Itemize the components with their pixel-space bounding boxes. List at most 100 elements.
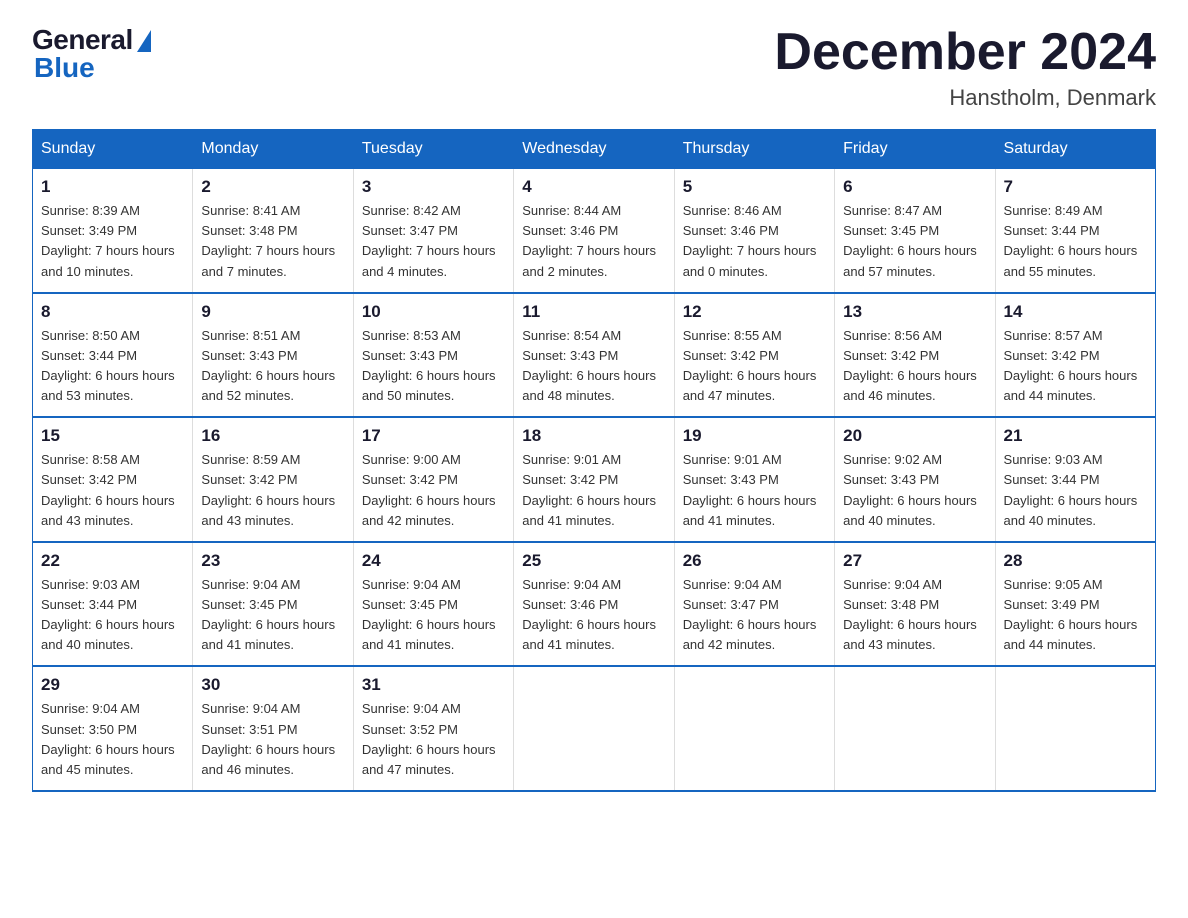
day-info: Sunrise: 8:55 AMSunset: 3:42 PMDaylight:… — [683, 328, 817, 403]
header-thursday: Thursday — [674, 130, 834, 169]
week-row-4: 22 Sunrise: 9:03 AMSunset: 3:44 PMDayligh… — [33, 542, 1156, 667]
calendar-cell: 9Sunrise: 8:51 AMSunset: 3:43 PMDaylight… — [193, 293, 353, 418]
day-info: Sunrise: 9:03 AMSunset: 3:44 PMDaylight:… — [41, 577, 175, 652]
day-number: 14 — [1004, 302, 1147, 322]
day-info: Sunrise: 8:39 AMSunset: 3:49 PMDaylight:… — [41, 203, 175, 278]
day-info: Sunrise: 9:04 AMSunset: 3:51 PMDaylight:… — [201, 701, 335, 776]
month-title: December 2024 — [774, 24, 1156, 81]
day-number: 3 — [362, 177, 505, 197]
calendar-cell: 6Sunrise: 8:47 AMSunset: 3:45 PMDaylight… — [835, 169, 995, 293]
day-info: Sunrise: 8:41 AMSunset: 3:48 PMDaylight:… — [201, 203, 335, 278]
calendar-cell — [514, 666, 674, 791]
day-info: Sunrise: 8:42 AMSunset: 3:47 PMDaylight:… — [362, 203, 496, 278]
day-info: Sunrise: 8:51 AMSunset: 3:43 PMDaylight:… — [201, 328, 335, 403]
day-number: 11 — [522, 302, 665, 322]
page-header: General Blue December 2024 Hanstholm, De… — [32, 24, 1156, 111]
header-sunday: Sunday — [33, 130, 193, 169]
calendar-cell: 25 Sunrise: 9:04 AMSunset: 3:46 PMDayligh… — [514, 542, 674, 667]
calendar-cell: 1 Sunrise: 8:39 AMSunset: 3:49 PMDaylight… — [33, 169, 193, 293]
calendar-cell: 17 Sunrise: 9:00 AMSunset: 3:42 PMDayligh… — [353, 417, 513, 542]
calendar-cell: 20 Sunrise: 9:02 AMSunset: 3:43 PMDayligh… — [835, 417, 995, 542]
calendar-cell: 18 Sunrise: 9:01 AMSunset: 3:42 PMDayligh… — [514, 417, 674, 542]
day-number: 17 — [362, 426, 505, 446]
header-monday: Monday — [193, 130, 353, 169]
day-info: Sunrise: 8:53 AMSunset: 3:43 PMDaylight:… — [362, 328, 496, 403]
day-number: 31 — [362, 675, 505, 695]
week-row-1: 1 Sunrise: 8:39 AMSunset: 3:49 PMDaylight… — [33, 169, 1156, 293]
day-info: Sunrise: 8:50 AMSunset: 3:44 PMDaylight:… — [41, 328, 175, 403]
logo: General Blue — [32, 24, 151, 84]
day-number: 8 — [41, 302, 184, 322]
calendar-cell: 11 Sunrise: 8:54 AMSunset: 3:43 PMDayligh… — [514, 293, 674, 418]
day-info: Sunrise: 9:01 AMSunset: 3:43 PMDaylight:… — [683, 452, 817, 527]
day-info: Sunrise: 8:58 AMSunset: 3:42 PMDaylight:… — [41, 452, 175, 527]
calendar-cell: 30 Sunrise: 9:04 AMSunset: 3:51 PMDayligh… — [193, 666, 353, 791]
day-number: 27 — [843, 551, 986, 571]
calendar-cell: 3 Sunrise: 8:42 AMSunset: 3:47 PMDaylight… — [353, 169, 513, 293]
calendar-cell: 22 Sunrise: 9:03 AMSunset: 3:44 PMDayligh… — [33, 542, 193, 667]
day-number: 18 — [522, 426, 665, 446]
day-number: 30 — [201, 675, 344, 695]
logo-triangle-icon — [137, 30, 151, 52]
day-info: Sunrise: 8:47 AMSunset: 3:45 PMDaylight:… — [843, 203, 977, 278]
calendar-cell: 4 Sunrise: 8:44 AMSunset: 3:46 PMDaylight… — [514, 169, 674, 293]
calendar-cell: 28Sunrise: 9:05 AMSunset: 3:49 PMDayligh… — [995, 542, 1155, 667]
day-info: Sunrise: 9:04 AMSunset: 3:52 PMDaylight:… — [362, 701, 496, 776]
calendar-cell: 12 Sunrise: 8:55 AMSunset: 3:42 PMDayligh… — [674, 293, 834, 418]
day-number: 24 — [362, 551, 505, 571]
calendar-cell: 19Sunrise: 9:01 AMSunset: 3:43 PMDayligh… — [674, 417, 834, 542]
day-number: 2 — [201, 177, 344, 197]
day-number: 21 — [1004, 426, 1147, 446]
title-section: December 2024 Hanstholm, Denmark — [774, 24, 1156, 111]
calendar-cell: 2 Sunrise: 8:41 AMSunset: 3:48 PMDaylight… — [193, 169, 353, 293]
calendar-cell: 13Sunrise: 8:56 AMSunset: 3:42 PMDayligh… — [835, 293, 995, 418]
day-number: 12 — [683, 302, 826, 322]
calendar-cell: 10 Sunrise: 8:53 AMSunset: 3:43 PMDayligh… — [353, 293, 513, 418]
day-number: 16 — [201, 426, 344, 446]
calendar-cell: 5 Sunrise: 8:46 AMSunset: 3:46 PMDaylight… — [674, 169, 834, 293]
day-info: Sunrise: 8:57 AMSunset: 3:42 PMDaylight:… — [1004, 328, 1138, 403]
day-info: Sunrise: 9:04 AMSunset: 3:45 PMDaylight:… — [362, 577, 496, 652]
calendar-cell: 26Sunrise: 9:04 AMSunset: 3:47 PMDayligh… — [674, 542, 834, 667]
day-info: Sunrise: 9:04 AMSunset: 3:48 PMDaylight:… — [843, 577, 977, 652]
day-number: 23 — [201, 551, 344, 571]
header-wednesday: Wednesday — [514, 130, 674, 169]
header-saturday: Saturday — [995, 130, 1155, 169]
calendar-table: SundayMondayTuesdayWednesdayThursdayFrid… — [32, 129, 1156, 792]
day-info: Sunrise: 8:56 AMSunset: 3:42 PMDaylight:… — [843, 328, 977, 403]
day-info: Sunrise: 9:04 AMSunset: 3:50 PMDaylight:… — [41, 701, 175, 776]
calendar-cell: 29Sunrise: 9:04 AMSunset: 3:50 PMDayligh… — [33, 666, 193, 791]
day-number: 20 — [843, 426, 986, 446]
day-number: 22 — [41, 551, 184, 571]
day-number: 7 — [1004, 177, 1147, 197]
day-info: Sunrise: 9:01 AMSunset: 3:42 PMDaylight:… — [522, 452, 656, 527]
calendar-cell: 21 Sunrise: 9:03 AMSunset: 3:44 PMDayligh… — [995, 417, 1155, 542]
calendar-cell: 16 Sunrise: 8:59 AMSunset: 3:42 PMDayligh… — [193, 417, 353, 542]
day-info: Sunrise: 9:03 AMSunset: 3:44 PMDaylight:… — [1004, 452, 1138, 527]
day-info: Sunrise: 8:54 AMSunset: 3:43 PMDaylight:… — [522, 328, 656, 403]
day-number: 15 — [41, 426, 184, 446]
calendar-cell: 23Sunrise: 9:04 AMSunset: 3:45 PMDayligh… — [193, 542, 353, 667]
day-info: Sunrise: 8:59 AMSunset: 3:42 PMDaylight:… — [201, 452, 335, 527]
calendar-cell: 7 Sunrise: 8:49 AMSunset: 3:44 PMDaylight… — [995, 169, 1155, 293]
location: Hanstholm, Denmark — [774, 85, 1156, 111]
day-number: 5 — [683, 177, 826, 197]
calendar-cell — [674, 666, 834, 791]
day-info: Sunrise: 9:04 AMSunset: 3:46 PMDaylight:… — [522, 577, 656, 652]
day-number: 10 — [362, 302, 505, 322]
day-number: 28 — [1004, 551, 1147, 571]
day-info: Sunrise: 9:00 AMSunset: 3:42 PMDaylight:… — [362, 452, 496, 527]
day-info: Sunrise: 9:02 AMSunset: 3:43 PMDaylight:… — [843, 452, 977, 527]
day-number: 4 — [522, 177, 665, 197]
calendar-cell: 27 Sunrise: 9:04 AMSunset: 3:48 PMDayligh… — [835, 542, 995, 667]
day-number: 1 — [41, 177, 184, 197]
week-row-3: 15 Sunrise: 8:58 AMSunset: 3:42 PMDayligh… — [33, 417, 1156, 542]
header-friday: Friday — [835, 130, 995, 169]
day-info: Sunrise: 8:44 AMSunset: 3:46 PMDaylight:… — [522, 203, 656, 278]
calendar-cell: 31 Sunrise: 9:04 AMSunset: 3:52 PMDayligh… — [353, 666, 513, 791]
day-info: Sunrise: 8:49 AMSunset: 3:44 PMDaylight:… — [1004, 203, 1138, 278]
header-tuesday: Tuesday — [353, 130, 513, 169]
day-number: 25 — [522, 551, 665, 571]
logo-blue-text: Blue — [34, 52, 95, 84]
day-info: Sunrise: 8:46 AMSunset: 3:46 PMDaylight:… — [683, 203, 817, 278]
